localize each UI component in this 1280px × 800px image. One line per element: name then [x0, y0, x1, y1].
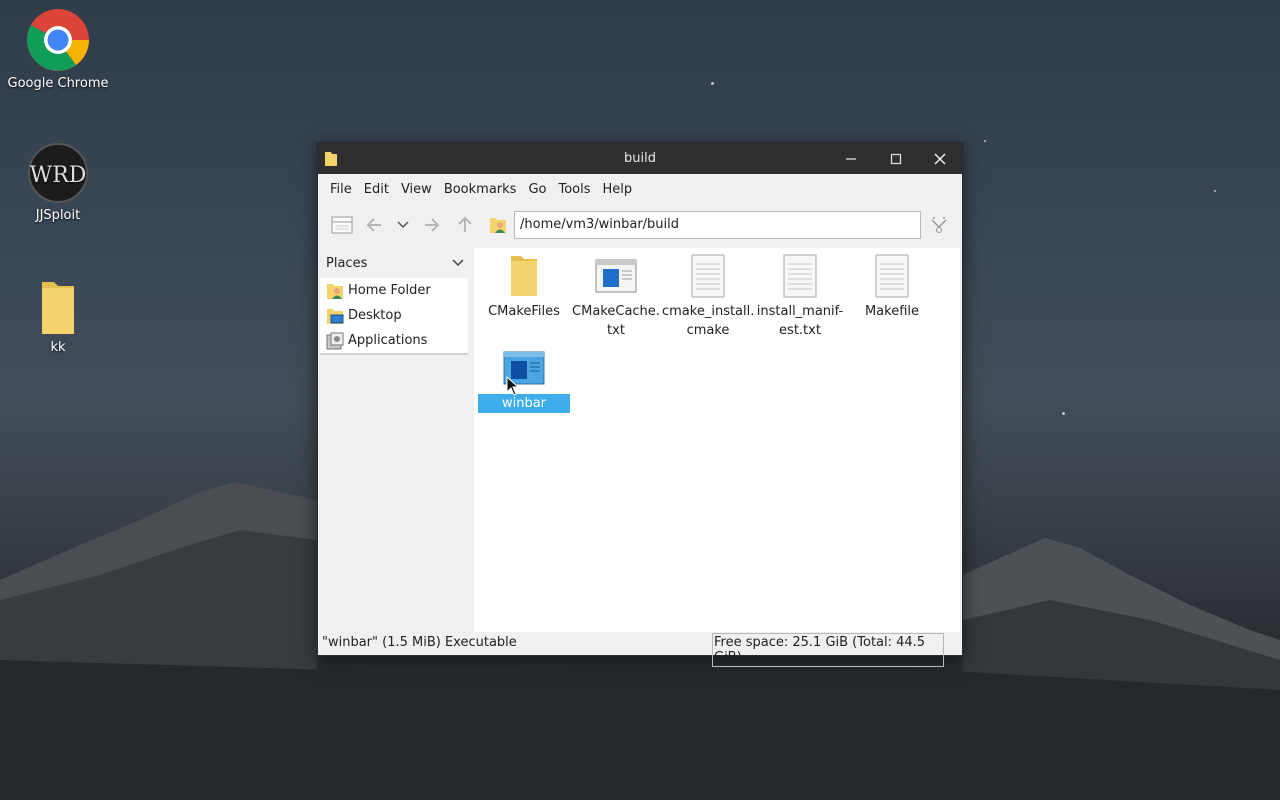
desktop-icon-jjsploit[interactable]: WRD JJSploit [3, 142, 113, 223]
file-item-cmakecache[interactable]: CMakeCache. txt [570, 252, 662, 340]
places-title: Places [326, 256, 368, 271]
close-icon [934, 153, 946, 165]
history-dropdown-button[interactable] [392, 214, 414, 236]
file-item-cmake-install[interactable]: cmake_install. cmake [662, 252, 754, 340]
file-name: cmake_install. cmake [662, 304, 755, 338]
arrow-right-icon [425, 218, 440, 232]
go-button[interactable] [928, 214, 950, 236]
folder-icon [478, 252, 570, 300]
chevron-down-icon[interactable] [452, 256, 464, 271]
file-name: CMakeFiles [488, 304, 560, 319]
arrow-up-icon [458, 216, 472, 232]
desktop-icon-label: JJSploit [35, 208, 81, 223]
sidebar-item-label: Home Folder [348, 283, 431, 298]
file-item-cmakefiles[interactable]: CMakeFiles [478, 252, 570, 321]
text-file-icon [662, 252, 754, 300]
chrome-icon [26, 8, 90, 72]
window-title: build [624, 151, 656, 166]
places-header[interactable]: Places [320, 248, 470, 278]
home-folder-icon [326, 282, 344, 300]
menu-edit[interactable]: Edit [358, 182, 395, 197]
selection-status: "winbar" (1.5 MiB) Executable [322, 635, 517, 650]
new-tab-icon [331, 216, 353, 234]
sidebar-item-desktop[interactable]: Desktop [320, 303, 468, 328]
chevron-down-icon [397, 221, 409, 229]
home-button[interactable] [487, 214, 509, 236]
path-input[interactable]: /home/vm3/winbar/build [514, 211, 921, 239]
menu-view[interactable]: View [395, 182, 438, 197]
file-name: winbar [478, 394, 570, 413]
applications-icon [326, 332, 344, 350]
maximize-button[interactable] [882, 147, 910, 171]
file-name: install_manif-est.txt [756, 304, 844, 338]
minimize-button[interactable] [837, 147, 865, 171]
desktop-icon-google-chrome[interactable]: Google Chrome [3, 8, 113, 91]
window-titlebar[interactable]: build [318, 143, 962, 174]
desktop-icon-label: Google Chrome [7, 76, 109, 91]
up-button[interactable] [454, 214, 476, 236]
free-space-status: Free space: 25.1 GiB (Total: 44.5 GiB) [712, 633, 944, 667]
file-item-install-manifest[interactable]: install_manif-est.txt [754, 252, 846, 340]
places-list: Home Folder Desktop Applications [320, 278, 468, 355]
places-sidebar: Places Home Folder Desktop Applications [320, 248, 470, 632]
file-item-makefile[interactable]: Makefile [846, 252, 938, 321]
file-item-winbar[interactable]: winbar [478, 344, 570, 413]
file-name: Makefile [864, 304, 920, 319]
menu-bookmarks[interactable]: Bookmarks [438, 182, 523, 197]
menu-help[interactable]: Help [597, 182, 639, 197]
executable-icon [478, 344, 570, 392]
text-file-icon [846, 252, 938, 300]
sidebar-item-applications[interactable]: Applications [320, 328, 468, 353]
go-icon [931, 217, 947, 233]
mouse-cursor-icon [506, 376, 520, 396]
back-button[interactable] [363, 214, 385, 236]
sidebar-item-home-folder[interactable]: Home Folder [320, 278, 468, 303]
menu-file[interactable]: File [324, 182, 358, 197]
home-folder-icon [490, 218, 506, 233]
status-bar: "winbar" (1.5 MiB) Executable Free space… [320, 632, 960, 667]
menu-tools[interactable]: Tools [552, 182, 596, 197]
app-window-icon [570, 252, 662, 300]
file-name: CMakeCache. txt [572, 304, 660, 338]
desktop-icon-label: kk [50, 340, 66, 355]
text-file-icon [754, 252, 846, 300]
close-button[interactable] [926, 147, 954, 171]
menu-go[interactable]: Go [522, 182, 552, 197]
toolbar: /home/vm3/winbar/build [318, 204, 962, 246]
file-manager-window: build File Edit View Bookmarks Go Tools … [317, 142, 963, 667]
sidebar-item-label: Applications [348, 333, 428, 348]
maximize-icon [890, 153, 902, 165]
folder-icon [38, 280, 78, 336]
desktop-icon [326, 307, 344, 325]
svg-text:WRD: WRD [30, 163, 87, 188]
minimize-icon [846, 158, 856, 160]
sidebar-item-label: Desktop [348, 308, 402, 323]
new-tab-button[interactable] [331, 214, 353, 236]
forward-button[interactable] [421, 214, 443, 236]
file-view[interactable]: CMakeFiles CMakeCache. txt cmake_install.… [474, 248, 960, 632]
arrow-left-icon [366, 218, 381, 232]
desktop-icon-kk[interactable]: kk [3, 280, 113, 355]
jjsploit-icon: WRD [26, 142, 90, 204]
menubar: File Edit View Bookmarks Go Tools Help [318, 174, 962, 204]
